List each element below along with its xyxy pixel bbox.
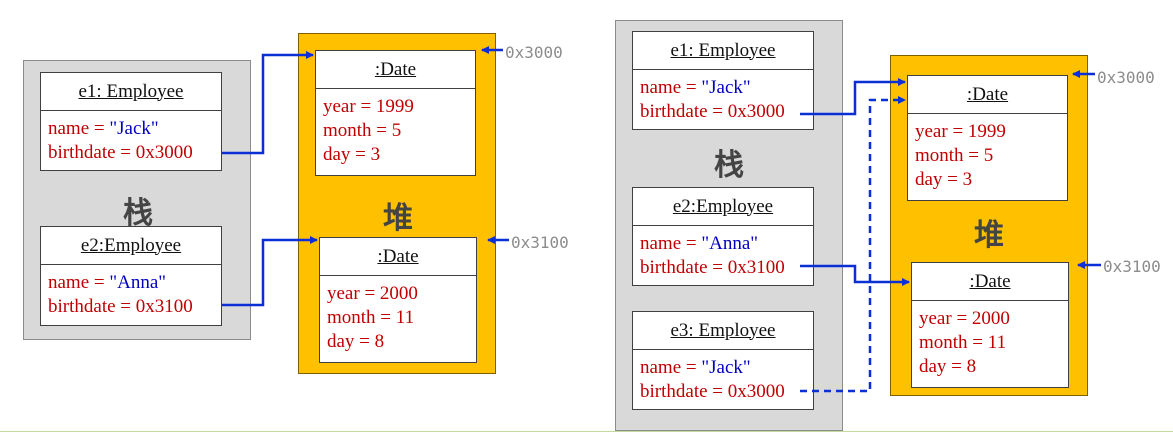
reference-arrows	[222, 46, 1101, 393]
right-e3-to-date1-dashed-arrow	[800, 96, 906, 393]
left-e2-to-date2-arrow	[222, 236, 318, 307]
left-e1-to-date1-arrow	[222, 51, 314, 155]
right-e1-to-date1-arrow	[800, 78, 906, 116]
bottom-divider	[0, 431, 1173, 432]
right-e2-to-date2-arrow	[800, 264, 910, 286]
